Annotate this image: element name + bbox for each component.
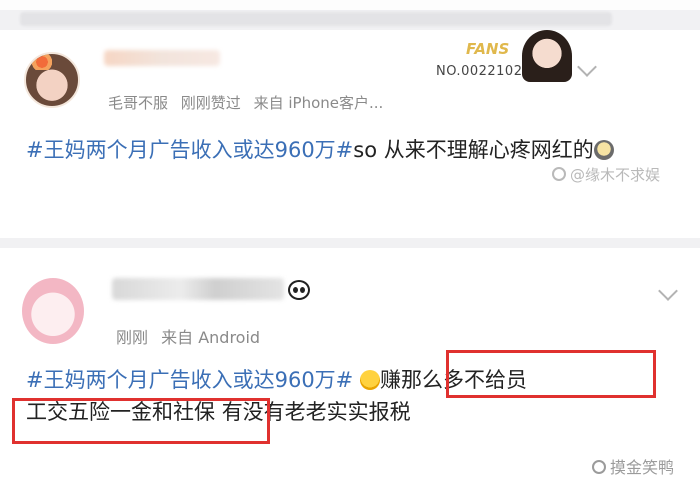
blurred-username[interactable] [112,278,284,300]
fans-badge-portrait [522,30,572,82]
watermark: @缘木不求娱 [552,164,660,185]
avatar[interactable] [22,278,84,344]
topic-link[interactable]: #王妈两个月广告收入或达960万# [26,368,353,392]
watermark: 摸金笑鸭 [592,454,674,477]
top-strip [0,0,700,10]
meta-time: 刚刚赞过 [180,94,241,112]
post-meta: 毛哥不服 刚刚赞过 来自 iPhone客户... [108,92,391,113]
face-emoji-icon [593,140,614,160]
highlight-box [446,350,656,398]
panda-icon [288,280,310,300]
fans-badge-number: NO.0022102 [436,64,523,79]
highlight-box [12,398,270,444]
blurred-previous-content [20,12,612,26]
watermark-text: @缘木不求娱 [570,166,661,184]
weibo-post-card: 刚刚 来自 Android #王妈两个月广告收入或达960万# 赚那么多不给员 … [0,248,700,477]
avatar[interactable] [24,52,80,108]
weibo-post-card: FANS NO.0022102 毛哥不服 刚刚赞过 来自 iPhone客户...… [0,30,700,238]
meta-source: 来自 Android [161,328,261,347]
chevron-down-icon[interactable] [658,281,678,301]
weibo-watermark-icon [592,460,606,474]
watermark-text: 摸金笑鸭 [610,458,675,477]
weibo-watermark-icon [552,167,566,181]
fans-badge-title: FANS [466,40,510,58]
blurred-username[interactable] [104,50,220,66]
laugh-emoji-icon [359,370,380,390]
meta-source: 来自 iPhone客户... [253,94,384,112]
flower-decoration-icon [30,54,54,70]
meta-time: 刚刚 [116,328,149,347]
meta-tag: 毛哥不服 [108,94,169,112]
topic-link[interactable]: #王妈两个月广告收入或达960万# [26,138,353,162]
chevron-down-icon[interactable] [577,57,597,77]
post-meta: 刚刚 来自 Android [116,324,268,348]
post-body: so 从来不理解心疼网红的 [353,138,594,162]
post-text: #王妈两个月广告收入或达960万#so 从来不理解心疼网红的 [26,134,626,166]
